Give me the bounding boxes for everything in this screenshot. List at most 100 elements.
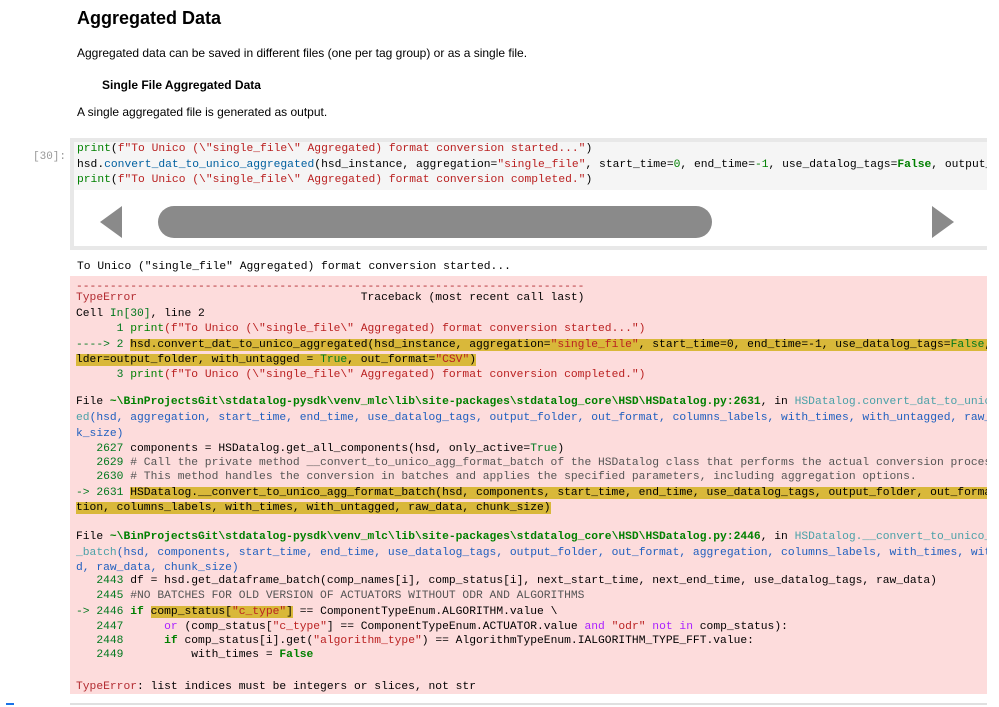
code-token: "single_file" xyxy=(497,158,586,171)
code-token: ----> 2 xyxy=(76,339,131,351)
code-token: 1 xyxy=(76,323,131,335)
code-token: ( xyxy=(110,143,118,155)
code-token: , start_time=0, end_time=-1, use_datalog… xyxy=(638,339,951,351)
scroll-right-icon[interactable] xyxy=(932,206,954,238)
code-token: , in xyxy=(760,531,795,543)
code-token: TypeError xyxy=(76,681,138,693)
code-token: 2629 xyxy=(76,457,131,469)
traceback-line: TypeError Traceback (most recent call la… xyxy=(76,291,584,306)
code-token: ) == AlgorithmTypeEnum.IALGORITHM_TYPE_F… xyxy=(421,635,754,647)
stdout-output: To Unico ("single_file" Aggregated) form… xyxy=(77,261,511,273)
traceback-line: 2447 or (comp_status["c_type"] == Compon… xyxy=(76,620,788,635)
code-token: (comp_status[ xyxy=(177,621,273,633)
traceback-line: 2630 # This method handles the conversio… xyxy=(76,470,917,485)
traceback-line: 2448 if comp_status[i].get("algorithm_ty… xyxy=(76,634,754,649)
code-token: if xyxy=(130,606,151,618)
code-token: #NO BATCHES FOR OLD VERSION OF ACTUATORS… xyxy=(130,590,585,602)
code-token: True xyxy=(530,443,558,455)
code-token: 2445 xyxy=(76,590,131,602)
code-token: : list indices must be integers or slice… xyxy=(137,681,476,693)
code-token: , use_datalog_tags= xyxy=(768,158,898,171)
intro-text: Aggregated data can be saved in differen… xyxy=(77,46,528,60)
code-token: -> 2446 xyxy=(76,606,131,618)
code-token: 2630 xyxy=(76,471,131,483)
code-token: In[30] xyxy=(109,308,151,320)
code-token: print xyxy=(77,174,111,186)
code-token: True xyxy=(320,354,348,366)
code-token: not in xyxy=(652,621,693,633)
cell-divider xyxy=(70,703,987,705)
code-cell[interactable]: print(f"To Unico (\"single_file\" Aggreg… xyxy=(70,138,987,250)
traceback-line: File ~\BinProjectsGit\stdatalog-pysdk\ve… xyxy=(76,530,987,545)
code-token: File xyxy=(76,396,110,408)
code-line[interactable]: print(f"To Unico (\"single_file\" Aggreg… xyxy=(74,173,987,189)
traceback-line: 2627 components = HSDatalog.get_all_comp… xyxy=(76,442,564,457)
section-heading: Aggregated Data xyxy=(77,8,222,28)
traceback-line: 2443 df = hsd.get_dataframe_batch(comp_n… xyxy=(76,574,937,589)
code-token: File xyxy=(76,531,110,543)
code-line[interactable]: print(f"To Unico (\"single_file\" Aggreg… xyxy=(74,142,987,158)
code-token: (hsd, components, start_time, end_time, … xyxy=(116,547,987,559)
traceback-line: _batch(hsd, components, start_time, end_… xyxy=(76,546,987,561)
code-token: 2627 xyxy=(76,443,131,455)
traceback-line: lder=output_folder, with_untagged = True… xyxy=(76,353,477,368)
code-token: (f"To Unico (\"single_file\" Aggregated)… xyxy=(164,323,646,335)
code-token: ) xyxy=(585,174,593,186)
code-token: , line 2 xyxy=(150,308,205,320)
traceback-line: tion, columns_labels, with_times, with_u… xyxy=(76,501,551,516)
traceback-line: ed(hsd, aggregation, start_time, end_tim… xyxy=(76,411,987,426)
code-token: "algorithm_type" xyxy=(313,635,422,647)
code-token: lder=output_folder, with_untagged = xyxy=(76,354,321,366)
code-token: ~\BinProjectsGit\stdatalog-pysdk\venv_ml… xyxy=(109,531,761,543)
code-token: Traceback (most recent call last) xyxy=(137,292,585,304)
code-token: Cell xyxy=(76,308,110,320)
code-token: if xyxy=(164,635,178,647)
description-text: A single aggregated file is generated as… xyxy=(77,105,328,119)
code-line[interactable]: hsd.convert_dat_to_unico_aggregated(hsd_… xyxy=(74,158,987,174)
code-token: ) xyxy=(557,443,565,455)
code-token: with_times = xyxy=(130,649,280,661)
code-token: ) xyxy=(585,143,593,155)
code-token: ed xyxy=(76,412,90,424)
scrollbar-thumb[interactable] xyxy=(158,206,712,238)
code-token: "odr" xyxy=(611,621,646,633)
traceback-line: -> 2446 if comp_status["c_type"] == Comp… xyxy=(76,605,557,620)
code-token: k_size) xyxy=(76,428,124,440)
code-token: convert_dat_to_unico_aggregated xyxy=(104,158,315,171)
code-token: HSDatalog.convert_dat_to_unico_aggregat xyxy=(794,396,987,408)
traceback-line: File ~\BinProjectsGit\stdatalog-pysdk\ve… xyxy=(76,395,987,410)
scroll-left-icon[interactable] xyxy=(100,206,122,238)
code-token: comp_status): xyxy=(692,621,788,633)
code-token: -1 xyxy=(754,158,769,171)
traceback-line: 2449 with_times = False xyxy=(76,648,313,663)
code-token: tion, columns_labels, with_times, with_u… xyxy=(76,502,551,514)
code-token: ~\BinProjectsGit\stdatalog-pysdk\venv_ml… xyxy=(109,396,761,408)
code-token: print xyxy=(130,323,165,335)
traceback-line: -> 2631 HSDatalog.__convert_to_unico_agg… xyxy=(76,486,987,501)
code-editor[interactable]: print(f"To Unico (\"single_file\" Aggreg… xyxy=(74,142,987,190)
traceback-line: Cell In[30], line 2 xyxy=(76,307,205,322)
code-token: ] == ComponentTypeEnum.ACTUATOR.value xyxy=(326,621,585,633)
cursor-marker xyxy=(6,703,14,705)
code-token: hsd.convert_dat_to_unico_aggregated(hsd_… xyxy=(130,339,551,351)
code-token: 3 xyxy=(76,369,131,381)
code-token: components = HSDatalog.get_all_component… xyxy=(130,443,531,455)
code-token: "single_file" xyxy=(550,339,639,351)
code-token: , output_folder=output_folder, with_unta… xyxy=(931,158,987,171)
code-token: , in xyxy=(760,396,795,408)
code-token: df = hsd.get_dataframe_batch(comp_names[… xyxy=(130,575,937,587)
code-token: 2448 xyxy=(76,635,131,647)
code-token: or xyxy=(164,621,178,633)
code-token: , end_time= xyxy=(680,158,755,171)
traceback-line: 2445 #NO BATCHES FOR OLD VERSION OF ACTU… xyxy=(76,589,584,604)
code-token: # Call the private method __convert_to_u… xyxy=(130,457,987,469)
code-token: == ComponentTypeEnum.ALGORITHM.value \ xyxy=(292,606,558,618)
code-token: comp_status[i].get( xyxy=(177,635,314,647)
cell-prompt: [30]: xyxy=(33,151,67,163)
horizontal-scrollbar[interactable] xyxy=(74,190,987,246)
code-token: # This method handles the conversion in … xyxy=(130,471,917,483)
code-token: "c_type" xyxy=(272,621,327,633)
code-token: HSDatalog.__convert_to_unico_agg_format xyxy=(794,531,987,543)
code-token: -> 2631 xyxy=(76,487,131,499)
